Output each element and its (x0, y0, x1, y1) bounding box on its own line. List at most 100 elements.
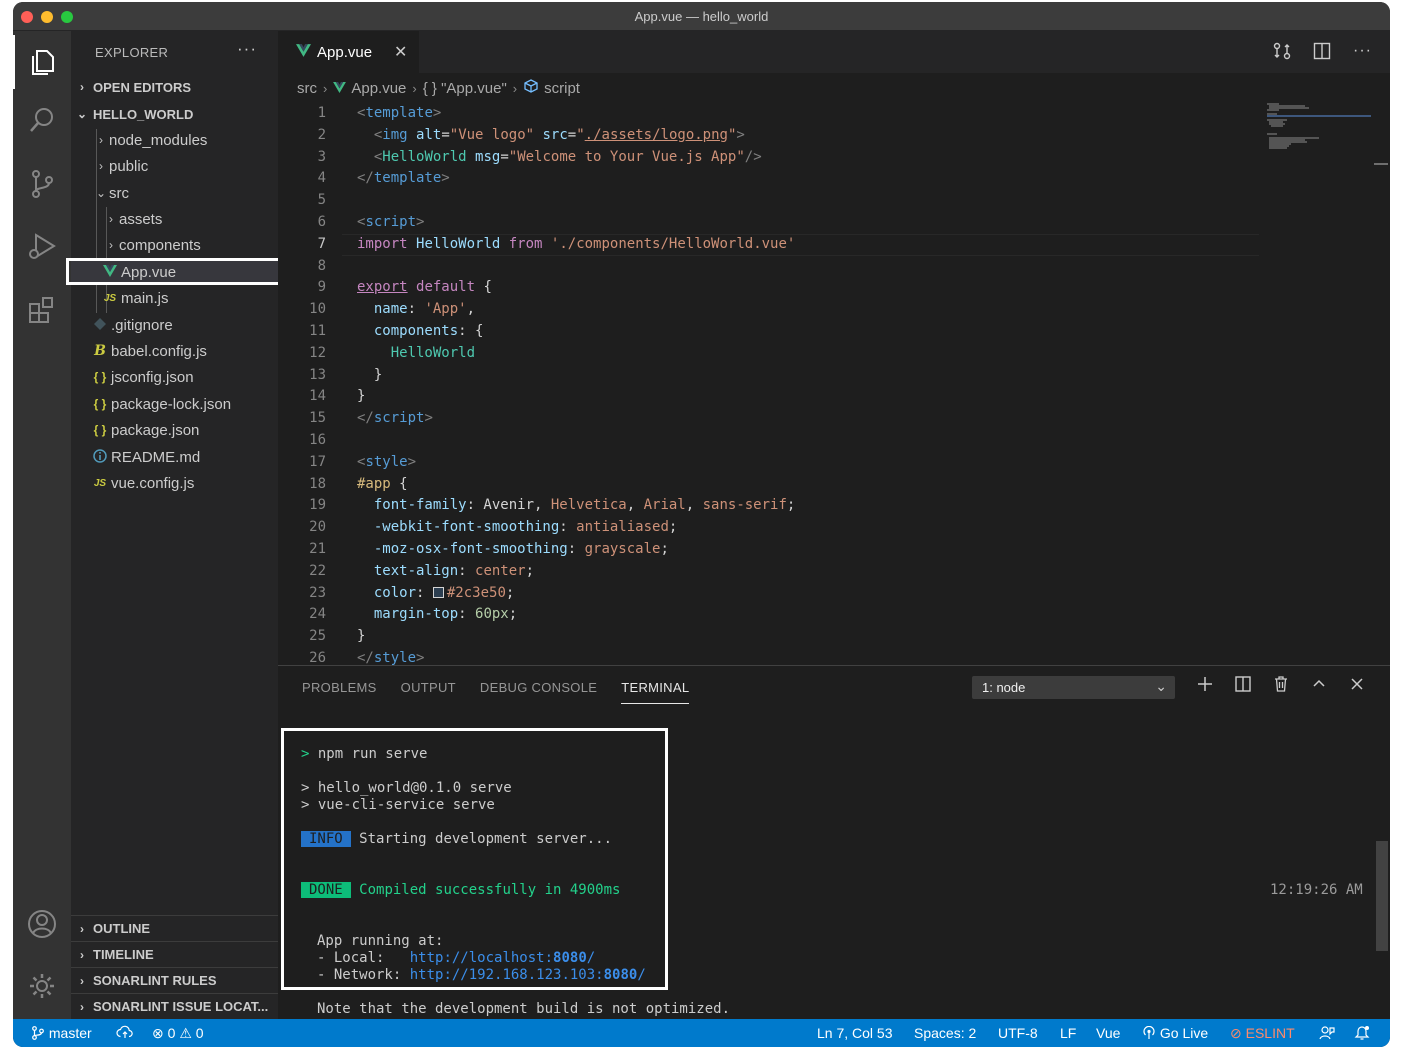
tree-item-gitignore[interactable]: .gitignore (71, 312, 278, 338)
tree-item-readme[interactable]: README.md (71, 444, 278, 470)
search-icon (30, 108, 53, 132)
split-editor-icon[interactable] (1313, 42, 1331, 65)
code-editor[interactable]: 1 <template> 2 <img alt="Vue logo" src=".… (278, 103, 1390, 665)
tree-item-vue-config[interactable]: JS vue.config.js (71, 470, 278, 496)
line-number: 2 (317, 126, 326, 143)
tab-app-vue[interactable]: App.vue ✕ (278, 31, 419, 73)
babel-icon: B (94, 343, 106, 359)
more-actions-icon[interactable]: ··· (1353, 42, 1372, 65)
timeline-section[interactable]: › TIMELINE (71, 941, 278, 967)
problems-status[interactable]: ⊗ 0 ⚠ 0 (152, 1025, 204, 1042)
vscode-window: App.vue — hello_world EXPLORER ··· › OPE… (13, 2, 1390, 1047)
sonarlint-rules-section[interactable]: › SONARLINT RULES (71, 967, 278, 993)
chevron-right-icon: › (80, 921, 84, 936)
code-line: import HelloWorld from './components/Hel… (357, 235, 796, 252)
tree-item-public[interactable]: › public (71, 153, 278, 179)
line-number: 15 (309, 410, 326, 427)
line-number: 3 (317, 148, 326, 165)
chevron-right-icon: › (80, 999, 84, 1014)
broadcast-icon (1143, 1025, 1155, 1039)
sync-status[interactable] (116, 1025, 134, 1042)
line-number: 24 (309, 606, 326, 623)
breadcrumb-item-src[interactable]: src (297, 80, 317, 97)
eslint-status[interactable]: ⊘ ESLINT (1230, 1025, 1295, 1042)
code-line: </script> (357, 410, 433, 427)
line-number: 1 (317, 105, 326, 121)
window-title: App.vue — hello_world (634, 9, 769, 24)
line-number: 22 (309, 562, 326, 579)
line-number: 11 (309, 323, 326, 339)
json-file-icon: { } (93, 423, 107, 437)
breadcrumb-item-file[interactable]: App.vue (351, 80, 406, 97)
extensions-activity[interactable] (13, 283, 71, 337)
annotation-highlight-app-vue (66, 258, 282, 285)
branch-status[interactable]: master (31, 1025, 92, 1041)
outline-section[interactable]: › OUTLINE (71, 915, 278, 941)
editor-scrollbar[interactable] (1374, 103, 1388, 665)
breadcrumb-item-module[interactable]: { } "App.vue" (423, 80, 507, 97)
manage-activity[interactable] (13, 959, 71, 1013)
code-line: #app { (357, 475, 408, 492)
json-file-icon: { } (93, 397, 107, 411)
more-actions-icon[interactable]: ··· (237, 39, 257, 59)
accounts-activity[interactable] (13, 897, 71, 951)
source-control-activity[interactable] (13, 157, 71, 211)
tree-item-node-modules[interactable]: › node_modules (71, 127, 278, 153)
indentation-status[interactable]: Spaces: 2 (914, 1025, 976, 1041)
chevron-right-icon: › (80, 973, 84, 988)
breadcrumb-item-script[interactable]: script (544, 80, 580, 97)
go-live-button[interactable]: Go Live (1142, 1025, 1208, 1041)
chevron-right-icon: › (80, 80, 84, 94)
open-changes-icon[interactable] (1273, 42, 1291, 65)
code-line: text-align: center; (373, 562, 535, 579)
notifications-bell-icon[interactable] (1354, 1025, 1370, 1044)
info-icon (89, 448, 111, 466)
editor-actions: ··· (1273, 42, 1372, 65)
line-number: 8 (317, 257, 326, 274)
line-number: 21 (309, 541, 326, 557)
code-line: <style> (357, 453, 417, 470)
files-icon (32, 50, 54, 75)
tree-item-package-json[interactable]: { } package.json (71, 417, 278, 443)
tree-item-package-lock[interactable]: { } package-lock.json (71, 391, 278, 417)
status-bar: master ⊗ 0 ⚠ 0 Ln 7, Col 53 Spaces: 2 UT… (13, 1019, 1390, 1047)
cursor-position[interactable]: Ln 7, Col 53 (817, 1025, 893, 1041)
open-editors-section[interactable]: › OPEN EDITORS (71, 74, 278, 100)
tree-item-babel-config[interactable]: B babel.config.js (71, 338, 278, 364)
project-section[interactable]: ⌄ HELLO_WORLD (71, 101, 278, 127)
line-number: 25 (309, 628, 326, 645)
color-swatch[interactable] (432, 586, 444, 598)
run-debug-activity[interactable] (13, 219, 71, 273)
tree-item-jsconfig[interactable]: { } jsconfig.json (71, 364, 278, 390)
line-number: 6 (317, 214, 326, 230)
run-debug-icon (29, 233, 56, 259)
warning-icon: ⚠ (179, 1025, 192, 1041)
encoding-status[interactable]: UTF-8 (998, 1025, 1038, 1041)
tree-item-main-js[interactable]: JS main.js (71, 285, 278, 311)
minimap[interactable] (1267, 103, 1377, 163)
close-tab-icon[interactable]: ✕ (394, 42, 407, 62)
line-number: 5 (317, 192, 326, 209)
eol-status[interactable]: LF (1060, 1025, 1076, 1041)
line-number: 23 (309, 584, 326, 601)
explorer-activity[interactable] (13, 35, 71, 89)
terminal-line: Note that the development build is not o… (317, 1001, 731, 1017)
language-mode[interactable]: Vue (1096, 1025, 1120, 1041)
sonarlint-issue-locations-section[interactable]: › SONARLINT ISSUE LOCAT... (71, 993, 278, 1019)
tree-item-assets[interactable]: › assets (71, 206, 278, 232)
chevron-right-icon: › (109, 212, 113, 226)
code-line: </template> (357, 170, 450, 187)
terminal-scrollbar[interactable] (1376, 841, 1388, 951)
feedback-icon[interactable] (1319, 1025, 1335, 1044)
tree-item-components[interactable]: › components (71, 232, 278, 258)
tree-item-src[interactable]: ⌄ src (71, 180, 278, 206)
search-activity[interactable] (13, 93, 71, 147)
line-number: 7 (317, 235, 326, 252)
title-bar: App.vue — hello_world (13, 2, 1390, 31)
line-number: 10 (309, 301, 326, 318)
code-line: <HelloWorld msg="Welcome to Your Vue.js … (373, 148, 762, 165)
explorer-title: EXPLORER (95, 45, 169, 60)
vue-icon (333, 80, 347, 97)
code-line: } (357, 388, 366, 405)
breadcrumb: src › App.vue › { } "App.vue" › script (278, 73, 1390, 103)
